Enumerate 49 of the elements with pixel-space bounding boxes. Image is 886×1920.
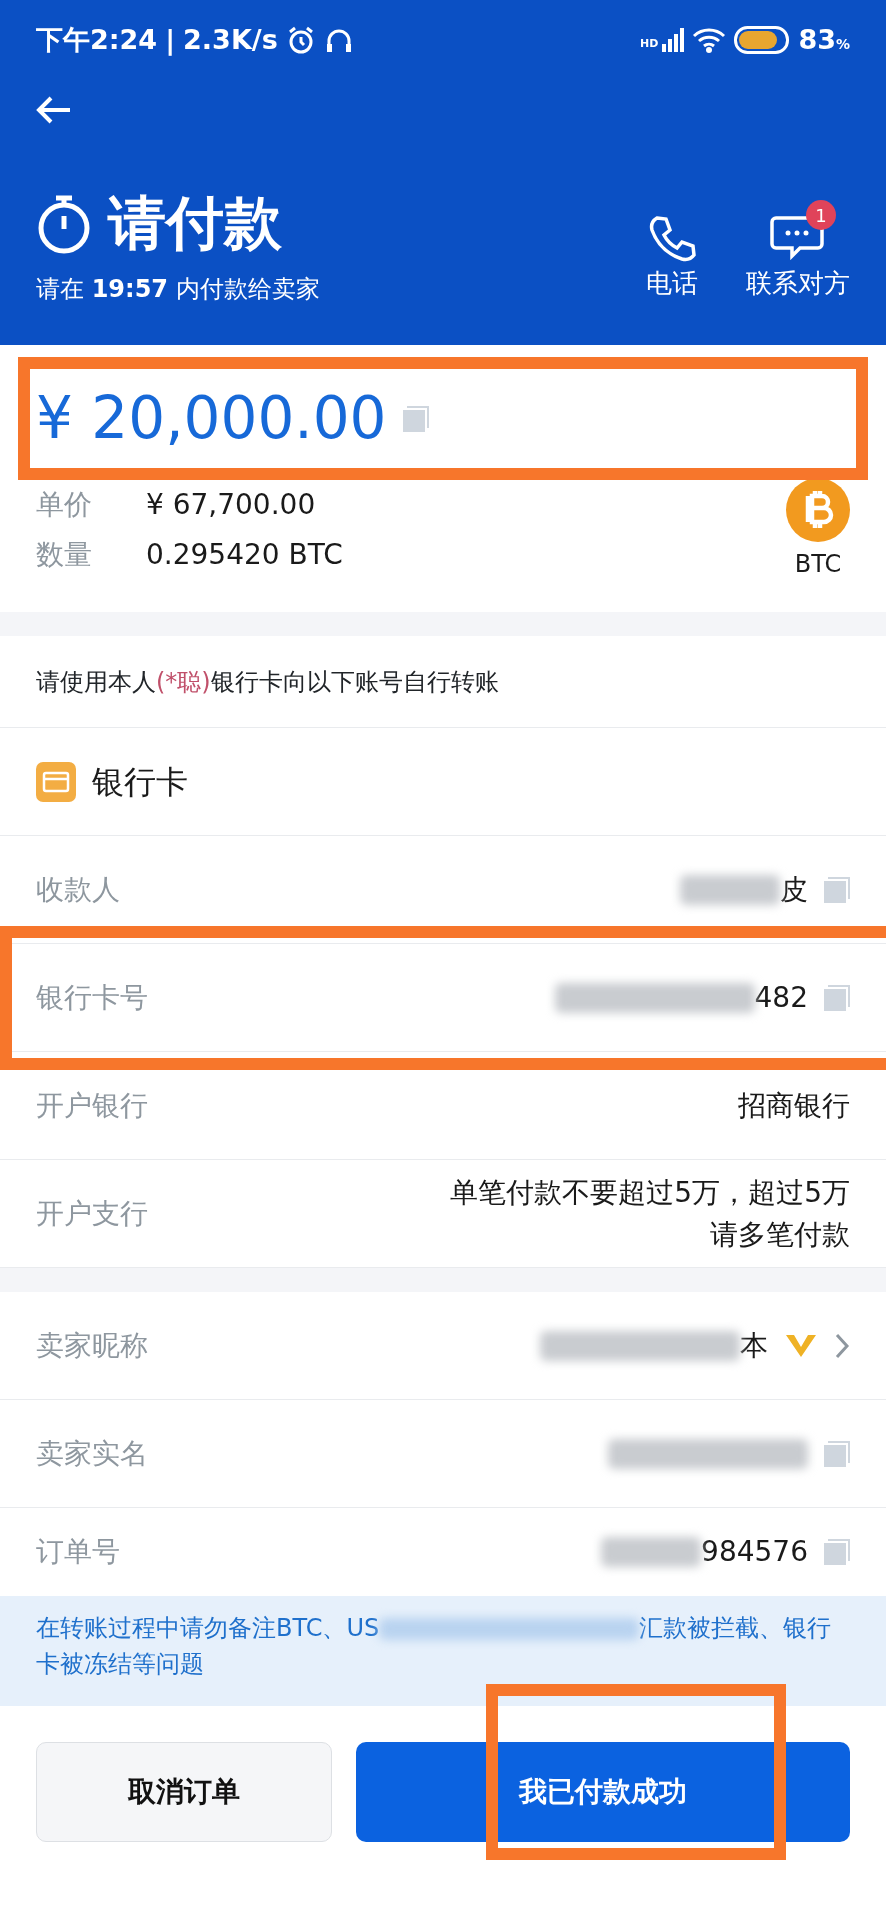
- copy-icon[interactable]: [824, 1440, 850, 1467]
- detail-value: ¥ 67,700.00: [146, 487, 316, 523]
- payment-method: 银行卡: [92, 761, 188, 803]
- field-label: 卖家实名: [36, 1435, 148, 1472]
- copy-icon[interactable]: [824, 876, 850, 903]
- field-value: 本: [740, 1327, 768, 1364]
- field-value: 请多笔付款: [710, 1216, 850, 1253]
- bitcoin-icon: [786, 478, 850, 542]
- battery-percent: 83%: [798, 22, 850, 57]
- back-arrow-icon: [36, 95, 72, 125]
- detail-label: 单价: [36, 487, 93, 523]
- field-label: 开户银行: [36, 1087, 148, 1124]
- copy-icon[interactable]: [824, 984, 850, 1011]
- contact-action[interactable]: 电话: [646, 214, 698, 303]
- payment-amount: ¥ 20,000.00: [36, 383, 387, 454]
- signal-icon: [662, 28, 685, 52]
- transfer-instruction: 请使用本人(*聪)银行卡向以下账号自行转账: [36, 666, 499, 698]
- unread-badge: 1: [806, 200, 836, 230]
- field-label: 卖家昵称: [36, 1327, 148, 1364]
- wifi-icon: [692, 27, 727, 53]
- confirm-payment-button[interactable]: 我已付款成功: [356, 1742, 850, 1842]
- battery-icon: [734, 26, 791, 54]
- status-time: 下午2:24: [36, 22, 158, 57]
- field-value: 招商银行: [738, 1087, 850, 1124]
- field-label: 订单号: [36, 1534, 120, 1570]
- network-speed: 2.3K/s: [183, 22, 278, 57]
- field-value: 单笔付款不要超过5万，超过5万: [450, 1174, 850, 1211]
- phone-icon: [647, 214, 697, 264]
- coin-label: BTC: [794, 549, 842, 580]
- cancel-order-button[interactable]: 取消订单: [36, 1742, 332, 1842]
- field-label: 收款人: [36, 871, 120, 908]
- page-title: 请付款: [108, 188, 282, 259]
- detail-label: 数量: [36, 537, 93, 573]
- detail-value: 0.295420 BTC: [146, 537, 343, 573]
- transfer-notice: 在转账过程中请勿备注BTC、US 汇款被拦截、银行卡被冻结等问题: [36, 1613, 833, 1680]
- payment-deadline: 请在 19:57 内付款给卖家: [36, 274, 320, 305]
- chevron-right-icon[interactable]: [834, 1331, 850, 1360]
- copy-icon[interactable]: [824, 1539, 850, 1565]
- network-type: HD: [640, 35, 659, 52]
- status-divider: |: [165, 22, 176, 58]
- stopwatch-icon: [36, 193, 92, 254]
- bank-card-icon: [36, 761, 76, 802]
- copy-icon[interactable]: [402, 405, 429, 432]
- field-value: 482: [754, 979, 808, 1016]
- field-value: 984576: [701, 1534, 808, 1570]
- field-label: 银行卡号: [36, 979, 148, 1016]
- field-value: 皮: [780, 871, 808, 908]
- back-button[interactable]: [36, 95, 72, 125]
- field-label: 开户支行: [36, 1195, 148, 1232]
